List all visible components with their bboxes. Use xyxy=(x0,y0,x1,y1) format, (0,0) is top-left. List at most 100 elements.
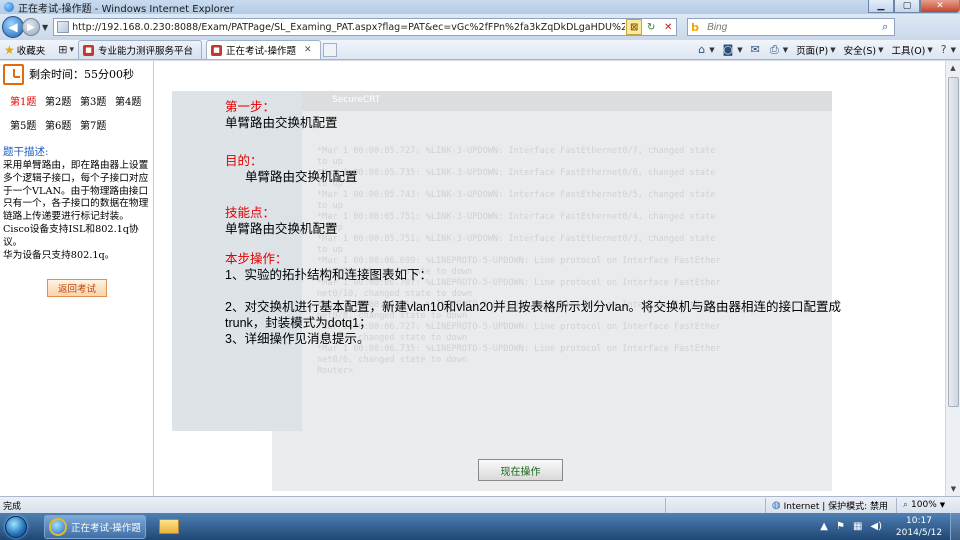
description-line: Cisco设备支持ISL和802.1q协议。 xyxy=(3,223,139,248)
status-text: 完成 xyxy=(3,501,22,512)
question-link-2[interactable]: 第2题 xyxy=(45,93,79,108)
mail-button[interactable]: ✉ xyxy=(751,43,762,56)
minimize-button[interactable]: ▁ xyxy=(868,0,894,13)
tab-close-icon[interactable]: ✕ xyxy=(304,45,312,55)
step-heading: 第一步： xyxy=(225,100,276,114)
help-button[interactable]: ? ▼ xyxy=(941,43,956,56)
operation-line: 2、对交换机进行基本配置，新建vlan10和vlan20并且按表格所示划分vla… xyxy=(225,300,842,314)
chevron-down-icon: ▼ xyxy=(878,45,884,54)
page-menu[interactable]: 页面(P) ▼ xyxy=(796,43,836,57)
bing-icon: b xyxy=(691,20,700,34)
scrollbar-thumb[interactable] xyxy=(948,77,959,407)
chevron-down-icon: ▼ xyxy=(939,501,946,509)
task-instructions: 第一步： 单臂路由交换机配置 目的： 单臂路由交换机配置 技能点： 单臂路由交换… xyxy=(225,99,925,347)
quick-tabs-button[interactable]: ⊞ ▾ xyxy=(58,43,74,56)
vertical-scrollbar[interactable]: ▲ ▼ xyxy=(945,61,960,496)
tools-menu[interactable]: 工具(O) ▼ xyxy=(891,43,932,57)
back-button[interactable]: ◀ xyxy=(2,16,24,38)
question-link-6[interactable]: 第6题 xyxy=(45,117,79,132)
tab-platform[interactable]: ■ 专业能力测评服务平台 xyxy=(78,40,203,59)
quick-tabs-dropdown-icon: ▾ xyxy=(69,44,75,55)
forward-button[interactable]: ▶ xyxy=(22,18,40,36)
terminal-line: Router> xyxy=(317,366,354,376)
new-tab-button[interactable] xyxy=(322,42,337,57)
star-icon: ★ xyxy=(4,42,15,57)
compatibility-view-icon[interactable]: ⊠ xyxy=(626,19,643,35)
terminal-line: net0/6, changed state to down xyxy=(317,355,468,365)
description-line: 于一个VLAN。由于物理路由接口 xyxy=(3,185,149,197)
status-spacer xyxy=(664,497,765,513)
close-window-button[interactable]: ✕ xyxy=(920,0,960,13)
system-clock[interactable]: 10:17 2014/5/12 xyxy=(892,515,946,539)
maximize-button[interactable]: ▢ xyxy=(894,0,920,13)
question-link-7[interactable]: 第7题 xyxy=(80,117,114,132)
feeds-button[interactable]: ◙ ▼ xyxy=(723,43,743,56)
favorites-button[interactable]: ★ 收藏夹 xyxy=(0,41,50,59)
volume-icon[interactable]: ◀) xyxy=(870,521,882,532)
question-link-1[interactable]: 第1题 xyxy=(10,93,44,108)
tab-exam[interactable]: ■ 正在考试-操作题 ✕ xyxy=(206,40,321,59)
taskbar-item-label: 正在考试-操作题 ... xyxy=(71,522,146,534)
refresh-icon[interactable]: ↻ xyxy=(643,19,659,35)
question-link-3[interactable]: 第3题 xyxy=(80,93,114,108)
skill-heading: 技能点： xyxy=(225,206,276,220)
description-line: 华为设备只支持802.1q。 xyxy=(3,249,115,261)
stop-icon[interactable]: ✕ xyxy=(660,19,676,35)
clock-time: 10:17 xyxy=(906,515,932,526)
home-button[interactable]: ⌂ ▼ xyxy=(698,43,714,56)
safety-menu-label: 安全(S) xyxy=(843,45,877,57)
flag-icon[interactable]: ⚑ xyxy=(836,521,845,532)
page-menu-label: 页面(P) xyxy=(796,45,829,57)
back-arrow-icon: ◀ xyxy=(8,20,18,34)
step-text: 单臂路由交换机配置 xyxy=(225,116,338,130)
print-button[interactable]: ⎙ ▼ xyxy=(770,43,788,57)
operations-list: 1、实验的拓扑结构和连接图表如下： 2、对交换机进行基本配置，新建vlan10和… xyxy=(225,267,925,347)
skill-text: 单臂路由交换机配置 xyxy=(225,222,338,236)
description-heading: 题干描述: xyxy=(3,146,49,158)
windows-logo-icon xyxy=(5,515,27,538)
question-link-5[interactable]: 第5题 xyxy=(10,117,44,132)
description-line: 只有一个，各子接口的数据在物理 xyxy=(3,198,149,210)
safety-menu[interactable]: 安全(S) ▼ xyxy=(844,43,884,57)
url-text[interactable]: http://192.168.0.230:8088/Exam/PATPage/S… xyxy=(72,22,625,33)
chevron-down-icon: ▼ xyxy=(830,45,836,54)
timer: 剩余时间：55分00秒 xyxy=(0,61,153,87)
tab-label: 正在考试-操作题 xyxy=(226,46,296,57)
question-description: 采用单臂路由，即在路由器上设置 多个逻辑子接口，每个子接口对应 于一个VLAN。… xyxy=(0,159,150,262)
tab-label: 专业能力测评服务平台 xyxy=(98,46,194,57)
folder-icon xyxy=(159,519,179,534)
clock-date: 2014/5/12 xyxy=(895,527,943,538)
start-button[interactable] xyxy=(0,513,32,540)
address-field[interactable]: http://192.168.0.230:8088/Exam/PATPage/S… xyxy=(53,18,678,36)
show-desktop-button[interactable] xyxy=(950,513,960,540)
operations-heading: 本步操作： xyxy=(225,252,288,266)
search-icon[interactable]: ⌕ xyxy=(876,20,894,34)
taskbar-ie-item[interactable]: 正在考试-操作题 ... xyxy=(44,514,146,539)
search-box[interactable]: b ⌕ xyxy=(687,18,896,36)
window-title-bar: 正在考试-操作题 - Windows Internet Explorer ▁ ▢… xyxy=(0,0,960,15)
site-favicon-icon: ■ xyxy=(211,44,223,56)
scroll-down-icon[interactable]: ▼ xyxy=(946,482,960,496)
taskbar-explorer-item[interactable] xyxy=(152,515,186,539)
favorites-label: 收藏夹 xyxy=(16,45,46,57)
operation-line xyxy=(225,283,925,299)
scroll-up-icon[interactable]: ▲ xyxy=(946,61,960,75)
operation-line: 1、实验的拓扑结构和连接图表如下： xyxy=(225,268,432,282)
zoom-icon: ⌕ xyxy=(903,500,909,510)
operation-line: trunk，封装模式为dotq1； xyxy=(225,316,372,330)
network-icon[interactable]: ▦ xyxy=(853,521,862,532)
ie-icon xyxy=(49,517,67,536)
tray-expand-icon[interactable]: ▲ xyxy=(820,521,828,532)
forward-arrow-icon: ▶ xyxy=(27,21,35,33)
zoom-control[interactable]: ⌕ 100% ▼ xyxy=(896,497,960,513)
command-bar: ⌂ ▼ ◙ ▼ ✉ ⎙ ▼ 页面(P) ▼ 安全(S) ▼ 工具(O) ▼ ? ▼ xyxy=(690,43,960,57)
start-operation-button[interactable]: 现在操作 xyxy=(478,459,563,481)
security-zone[interactable]: ◍ Internet | 保护模式: 禁用 xyxy=(764,497,896,513)
history-dropdown-icon[interactable]: ▼ xyxy=(42,23,48,32)
printer-icon: ⎙ xyxy=(769,42,779,56)
task-panel: SecureCRT *Mar 1 00:00:05.727: %LINK-3-U… xyxy=(155,61,945,496)
return-to-exam-button[interactable]: 返回考试 xyxy=(47,279,107,298)
question-link-4[interactable]: 第4题 xyxy=(115,93,149,108)
search-input[interactable] xyxy=(707,21,877,33)
site-favicon-icon: ■ xyxy=(83,44,95,56)
